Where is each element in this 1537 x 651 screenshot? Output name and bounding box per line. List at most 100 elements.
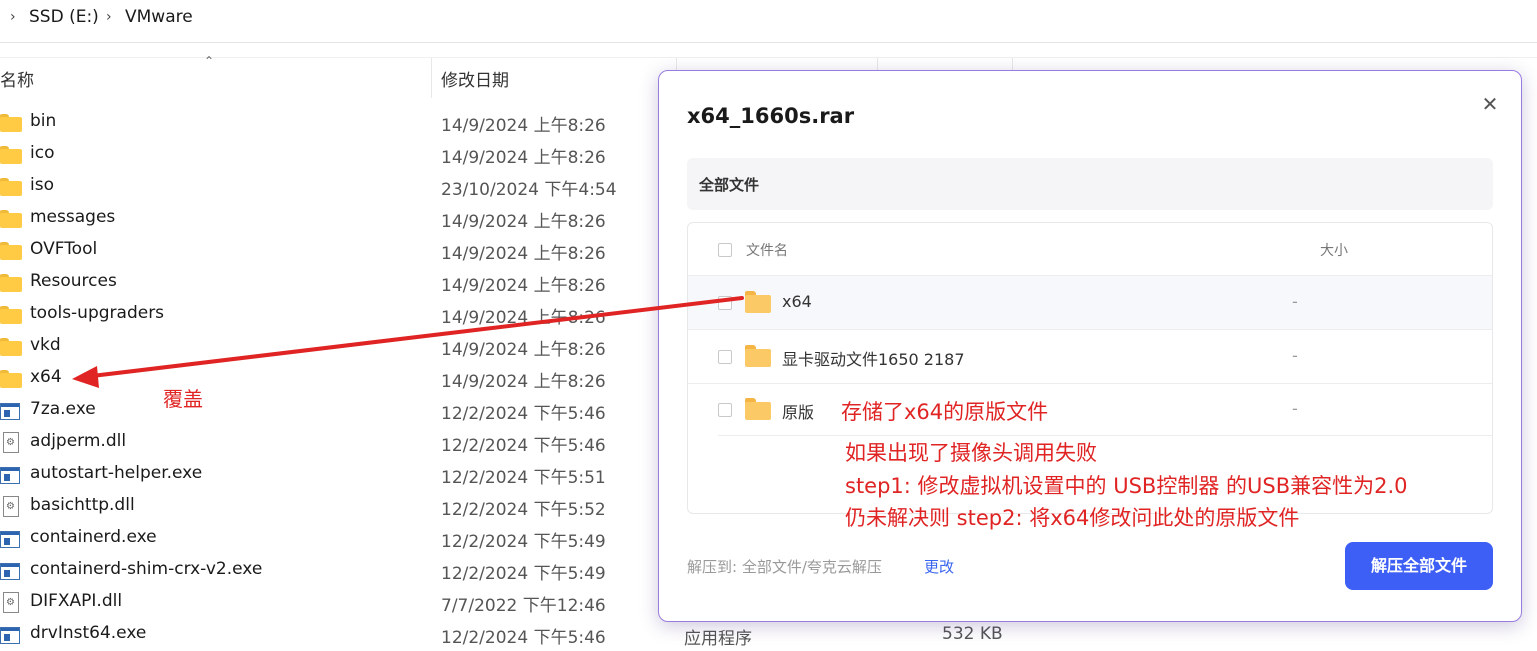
archive-row-size: - xyxy=(1292,346,1298,365)
file-name: tools-upgraders xyxy=(30,303,165,323)
column-header-date[interactable]: 修改日期 xyxy=(441,66,509,91)
file-name: bin xyxy=(30,111,57,131)
folder-icon xyxy=(0,114,22,132)
folder-icon xyxy=(0,146,22,164)
folder-icon xyxy=(0,274,22,292)
row-checkbox[interactable] xyxy=(718,403,732,417)
archive-row-name: 显卡驱动文件1650 2187 xyxy=(782,350,965,369)
row-checkbox[interactable] xyxy=(718,350,732,364)
file-name: vkd xyxy=(30,335,61,355)
annotation-note: 存储了x64的原版文件 xyxy=(841,400,1049,424)
exe-icon xyxy=(0,562,22,580)
folder-icon xyxy=(745,398,771,420)
file-modified-date: 23/10/2024 下午4:54 xyxy=(441,180,617,200)
folder-icon xyxy=(0,338,22,356)
dialog-title: x64_1660s.rar xyxy=(687,104,855,128)
file-name: drvInst64.exe xyxy=(30,623,147,643)
folder-icon xyxy=(745,345,771,367)
file-row[interactable]: containerd.exe 12/2/2024 下午5:49 xyxy=(0,523,660,555)
file-modified-date: 12/2/2024 下午5:46 xyxy=(441,628,606,648)
file-name: adjperm.dll xyxy=(30,431,127,451)
exe-icon xyxy=(0,466,22,484)
file-name: 7za.exe xyxy=(30,399,96,419)
file-modified-date: 14/9/2024 上午8:26 xyxy=(441,372,606,392)
folder-icon xyxy=(0,370,22,388)
file-row[interactable]: 7za.exe 12/2/2024 下午5:46 xyxy=(0,395,660,427)
archive-row[interactable]: 显卡驱动文件1650 2187 - xyxy=(688,330,1492,384)
change-destination-link[interactable]: 更改 xyxy=(924,556,954,577)
archive-row-name: 原版 xyxy=(782,403,815,422)
file-row[interactable]: messages 14/9/2024 上午8:26 xyxy=(0,203,660,235)
folder-icon xyxy=(0,210,22,228)
file-modified-date: 12/2/2024 下午5:52 xyxy=(441,500,606,520)
annotation-note: 仍未解决则 step2: 将x64修改问此处的原版文件 xyxy=(845,506,1300,530)
file-row[interactable]: vkd 14/9/2024 上午8:26 xyxy=(0,331,660,363)
exe-icon xyxy=(0,626,22,644)
chevron-right-icon: › xyxy=(10,9,16,25)
archive-row[interactable]: 原版 - xyxy=(688,383,1492,436)
exe-icon xyxy=(0,402,22,420)
file-name: basichttp.dll xyxy=(30,495,135,515)
annotation-cover: 覆盖 xyxy=(163,387,203,411)
file-type: 应用程序 xyxy=(684,629,752,649)
file-name: Resources xyxy=(30,271,117,291)
annotation-note: 如果出现了摄像头调用失败 xyxy=(845,441,1097,465)
file-name: ico xyxy=(30,143,55,163)
file-modified-date: 12/2/2024 下午5:49 xyxy=(441,532,606,552)
file-row[interactable]: DIFXAPI.dll 7/7/2022 下午12:46 xyxy=(0,587,660,619)
file-modified-date: 14/9/2024 上午8:26 xyxy=(441,308,606,328)
archive-row-name: x64 xyxy=(782,292,812,311)
file-modified-date: 14/9/2024 上午8:26 xyxy=(441,212,606,232)
file-name: iso xyxy=(30,175,54,195)
breadcrumb-item-folder[interactable]: VMware xyxy=(125,7,193,27)
file-name: containerd-shim-crx-v2.exe xyxy=(30,559,263,579)
file-row[interactable]: basichttp.dll 12/2/2024 下午5:52 xyxy=(0,491,660,523)
file-row[interactable]: x64 14/9/2024 上午8:26 xyxy=(0,363,660,395)
file-modified-date: 14/9/2024 上午8:26 xyxy=(441,148,606,168)
column-divider[interactable] xyxy=(431,58,432,98)
file-row[interactable]: autostart-helper.exe 12/2/2024 下午5:51 xyxy=(0,459,660,491)
archive-row-size: - xyxy=(1292,399,1298,418)
file-row[interactable]: bin 14/9/2024 上午8:26 xyxy=(0,107,660,139)
archive-breadcrumb-root[interactable]: 全部文件 xyxy=(699,174,759,195)
file-row[interactable]: drvInst64.exe 12/2/2024 下午5:46 xyxy=(0,619,660,651)
archive-row[interactable]: x64 - xyxy=(688,276,1492,330)
file-modified-date: 14/9/2024 上午8:26 xyxy=(441,276,606,296)
file-modified-date: 12/2/2024 下午5:49 xyxy=(441,564,606,584)
sort-ascending-icon: ⌃ xyxy=(204,54,215,68)
folder-icon xyxy=(0,242,22,260)
file-modified-date: 14/9/2024 上午8:26 xyxy=(441,340,606,360)
folder-icon xyxy=(745,291,771,313)
row-checkbox[interactable] xyxy=(718,296,732,310)
file-name: x64 xyxy=(30,367,62,387)
file-row[interactable]: adjperm.dll 12/2/2024 下午5:46 xyxy=(0,427,660,459)
file-name: DIFXAPI.dll xyxy=(30,591,123,611)
file-modified-date: 14/9/2024 上午8:26 xyxy=(441,244,606,264)
close-icon[interactable]: ✕ xyxy=(1479,93,1501,115)
file-row[interactable]: tools-upgraders 14/9/2024 上午8:26 xyxy=(0,299,660,331)
file-row[interactable]: Resources 14/9/2024 上午8:26 xyxy=(0,267,660,299)
file-modified-date: 12/2/2024 下午5:46 xyxy=(441,404,606,424)
breadcrumb: › SSD (E:) › VMware xyxy=(0,0,1537,43)
file-row[interactable]: OVFTool 14/9/2024 上午8:26 xyxy=(0,235,660,267)
breadcrumb-item-drive[interactable]: SSD (E:) xyxy=(29,7,99,27)
dll-icon xyxy=(0,496,22,517)
file-row[interactable]: containerd-shim-crx-v2.exe 12/2/2024 下午5:… xyxy=(0,555,660,587)
column-header-size: 大小 xyxy=(1320,243,1348,259)
row-divider xyxy=(718,435,1492,436)
file-row[interactable]: ico 14/9/2024 上午8:26 xyxy=(0,139,660,171)
file-name: OVFTool xyxy=(30,239,98,259)
archive-row-size: - xyxy=(1292,292,1298,311)
annotation-note: step1: 修改虚拟机设置中的 USB控制器 的USB兼容性为2.0 xyxy=(845,474,1408,498)
file-row[interactable]: iso 23/10/2024 下午4:54 xyxy=(0,171,660,203)
extract-destination-label: 解压到: 全部文件/夸克云解压 xyxy=(687,558,882,576)
extract-all-button[interactable]: 解压全部文件 xyxy=(1345,542,1493,590)
chevron-right-icon: › xyxy=(106,9,112,25)
file-size: 532 KB xyxy=(942,624,1003,644)
dll-icon xyxy=(0,592,22,613)
folder-icon xyxy=(0,306,22,324)
archive-table-header: 文件名 大小 xyxy=(688,223,1492,276)
column-header-name[interactable]: 名称 xyxy=(0,66,34,91)
header-divider xyxy=(0,57,1537,58)
select-all-checkbox[interactable] xyxy=(718,243,732,257)
